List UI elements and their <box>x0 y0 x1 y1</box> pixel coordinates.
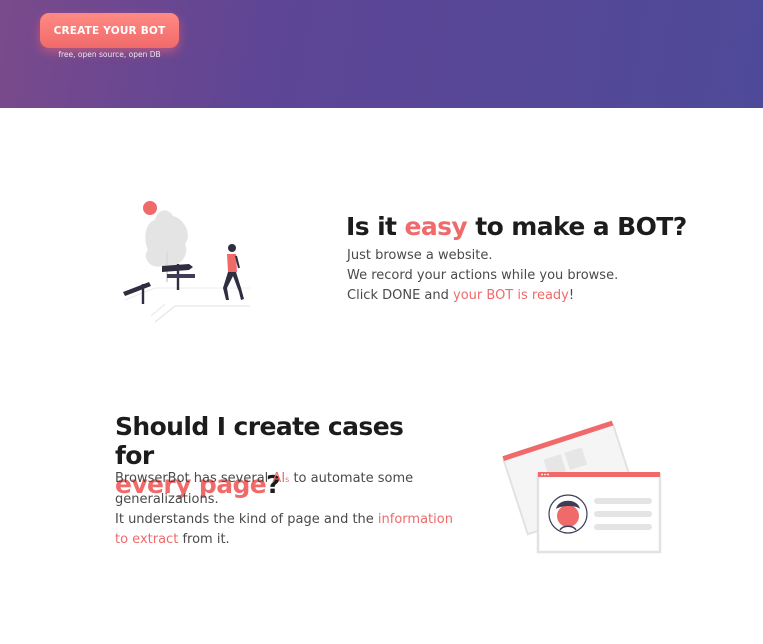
easy-line-3: Click DONE and your BOT is ready! <box>347 286 677 306</box>
create-bot-button[interactable]: CREATE YOUR BOT <box>40 13 179 48</box>
title-accent: easy <box>404 212 468 241</box>
browser-windows-profile-illustration <box>502 420 662 554</box>
cases-title-line-1: Should I create cases for <box>115 412 404 470</box>
easy-line-3-prefix: Click DONE and <box>347 288 454 303</box>
cases-p1-accent: AI <box>272 471 286 486</box>
cases-p2-suffix: from it. <box>178 532 230 547</box>
easy-line-3-suffix: ! <box>568 288 575 303</box>
easy-line-1: Just browse a website. <box>347 248 493 263</box>
cases-p1-prefix: BrowserBot has several <box>115 471 273 486</box>
signpost-walker-illustration <box>123 201 250 323</box>
cases-paragraph-1: BrowserBot has several AIs to automate s… <box>115 469 455 510</box>
easy-line-2: We record your actions while you browse. <box>347 268 619 283</box>
cases-paragraph-2: It understands the kind of page and the … <box>115 510 455 550</box>
title-suffix: to make a BOT? <box>467 212 687 241</box>
section-easy-title: Is it easy to make a BOT? <box>346 212 687 241</box>
title-prefix: Is it <box>346 212 405 241</box>
hero-banner: CREATE YOUR BOT free, open source, open … <box>0 0 763 108</box>
easy-line-3-accent: your BOT is ready <box>453 288 569 303</box>
section-easy-body: Just browse a website. We record your ac… <box>347 246 677 306</box>
cases-p2-prefix: It understands the kind of page and the <box>115 512 378 527</box>
section-cases-body: BrowserBot has several AIs to automate s… <box>115 469 455 550</box>
cta-subtitle: free, open source, open DB <box>58 50 161 59</box>
